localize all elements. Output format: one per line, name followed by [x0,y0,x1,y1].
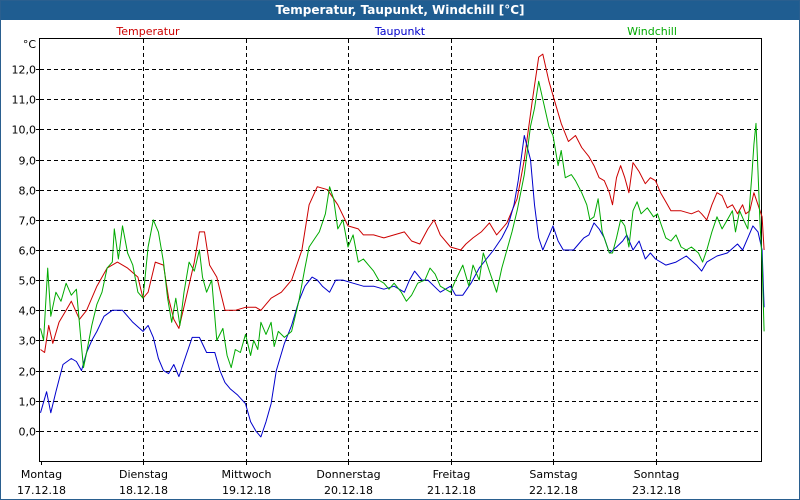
axes: 0,0 1,0 2,0 3,0 4,0 5,0 6,0 7,0 8,0 9,0 10,0 11,0 12… [12,38,681,497]
x-tick-label-day: Samstag [529,468,577,481]
x-tick-label-date: 23.12.18 [632,484,681,497]
legend-label-temperatur: Temperatur [115,25,180,38]
x-tick-label-day: Freitag [433,468,471,481]
y-tick-label: 1,0 [19,396,37,409]
y-tick-label: 10,0 [12,124,37,137]
x-tick-label-day: Montag [21,468,62,481]
y-tick-label: 3,0 [19,335,37,348]
legend-label-taupunkt: Taupunkt [374,25,426,38]
x-tick-label-day: Mittwoch [222,468,272,481]
series-line-temperatur [40,53,765,353]
x-tick-label-date: 17.12.18 [17,484,66,497]
y-tick-label: 0,0 [19,426,37,439]
y-axis-label: °C [23,38,37,51]
y-tick-label: 9,0 [19,155,37,168]
chart-svg: 0,0 1,0 2,0 3,0 4,0 5,0 6,0 7,0 8,0 9,0 10,0 11,0 12… [12,25,765,497]
y-tick-label: 7,0 [19,215,37,228]
y-tick-label: 5,0 [19,275,37,288]
x-tick-label-day: Donnerstag [316,468,380,481]
series-line-windchill [40,80,765,369]
y-tick-label: 6,0 [19,245,37,258]
x-tick-label-day: Sonntag [634,468,680,481]
x-tick-label-date: 20.12.18 [324,484,373,497]
y-tick-label: 4,0 [19,305,37,318]
x-tick-label-date: 22.12.18 [529,484,578,497]
y-tick-label: 11,0 [12,94,37,107]
x-tick-label-date: 19.12.18 [222,484,271,497]
y-tick-label: 2,0 [19,366,37,379]
legend-label-windchill: Windchill [627,25,677,38]
y-tick-label: 8,0 [19,185,37,198]
series [40,53,765,438]
x-tick-label-date: 21.12.18 [427,484,476,497]
x-tick-label-day: Dienstag [119,468,168,481]
y-tick-label: 12,0 [12,64,37,77]
legend: Temperatur Taupunkt Windchill [115,25,677,38]
x-tick-label-date: 18.12.18 [119,484,168,497]
